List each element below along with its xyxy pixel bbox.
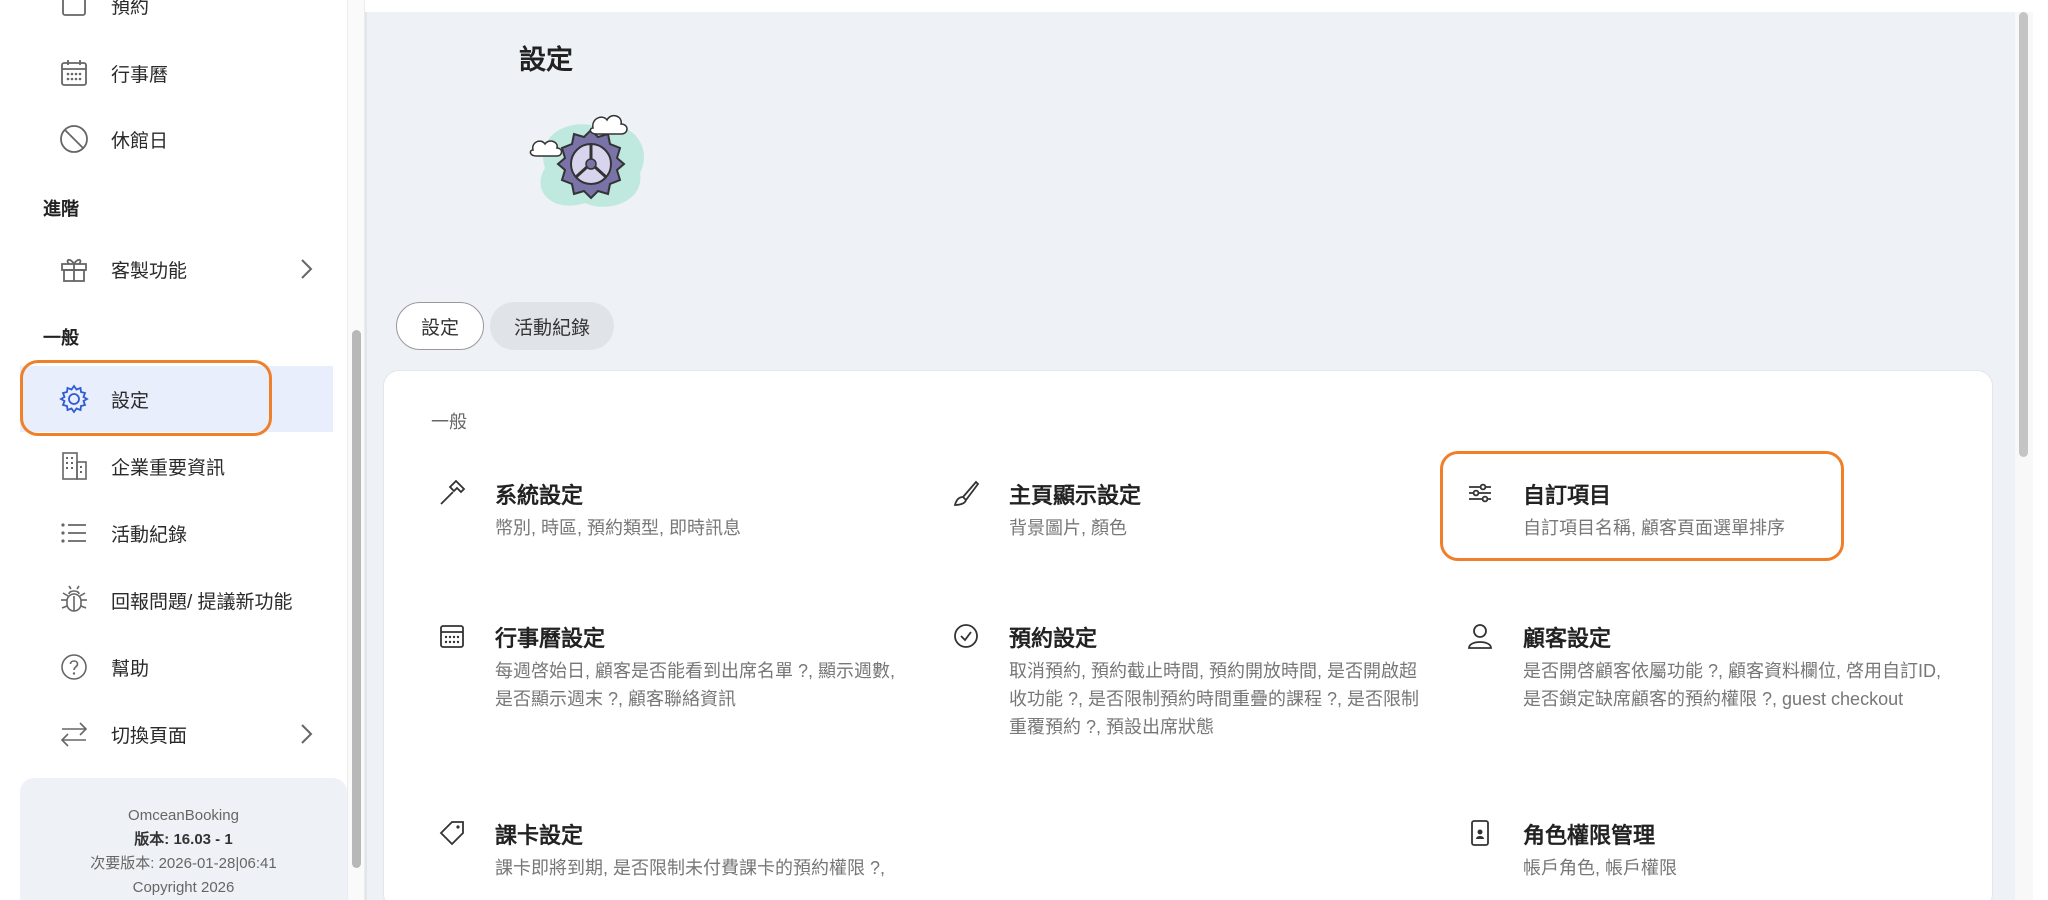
settings-item-title: 行事曆設定 [495, 626, 606, 651]
card-section-general: 一般 [431, 412, 467, 432]
user-icon [1465, 621, 1495, 651]
settings-item-title: 主頁顯示設定 [1009, 483, 1142, 508]
sidebar-item-custom-features[interactable]: 客製功能 [20, 236, 333, 302]
sidebar-item-label: 休館日 [111, 130, 169, 152]
sidebar-item-label: 行事曆 [111, 64, 169, 86]
tab-settings[interactable]: 設定 [396, 302, 485, 350]
version-footer: OmceanBooking 版本: 16.03 - 1 次要版本: 2026-0… [20, 778, 347, 900]
version: 版本: 16.03 - 1 [20, 828, 347, 852]
version-value: 16.03 - 1 [173, 831, 233, 848]
chevron-right-icon [295, 258, 317, 280]
gear-icon [57, 382, 91, 416]
next-version: 次要版本: 2026-01-28|06:41 [90, 855, 277, 872]
version-label: 版本: [134, 831, 170, 848]
sidebar-item-help[interactable]: 幫助 [20, 634, 333, 700]
sidebar-item-report-issue[interactable]: 回報問題/ 提議新功能 [20, 567, 333, 633]
tab-bar: 設定 活動紀錄 [396, 302, 615, 350]
sidebar-scrollbar-thumb[interactable] [352, 330, 361, 868]
chevron-right-icon [295, 723, 317, 745]
sidebar-item-activity-log[interactable]: 活動紀錄 [20, 500, 333, 566]
settings-card [383, 370, 1993, 900]
sliders-icon [1465, 478, 1495, 508]
settings-item-title: 系統設定 [495, 483, 584, 508]
sidebar-item-booking[interactable]: 預約 [20, 0, 333, 38]
sidebar-item-label: 切換頁面 [111, 725, 188, 747]
copyright: Copyright 2026 [132, 879, 235, 896]
building-icon [57, 449, 91, 483]
sidebar-item-label: 客製功能 [111, 260, 188, 282]
sidebar-item-calendar[interactable]: 行事曆 [20, 40, 333, 106]
swap-icon [57, 717, 91, 751]
settings-item-title: 預約設定 [1009, 626, 1098, 651]
brush-icon [951, 478, 981, 508]
gift-icon [57, 252, 91, 286]
settings-item-title: 課卡設定 [495, 823, 584, 848]
phone-user-icon [1465, 818, 1495, 848]
calendar-icon [57, 56, 91, 90]
sidebar-item-label: 幫助 [111, 658, 150, 680]
sidebar-item-label: 回報問題/ 提議新功能 [111, 591, 293, 613]
bug-icon [57, 583, 91, 617]
tag-icon [437, 818, 467, 848]
main-scrollbar-thumb[interactable] [2019, 12, 2028, 457]
list-icon [57, 516, 91, 550]
check-circle-icon [951, 621, 981, 651]
app-name: OmceanBooking [128, 807, 239, 824]
settings-item-desc: 課卡即將到期, 是否限制未付費課卡的預約權限 ?, [495, 858, 886, 878]
calendar-icon [437, 621, 467, 651]
tab-activity-log[interactable]: 活動紀錄 [490, 302, 615, 350]
sidebar-item-switch-page[interactable]: 切換頁面 [20, 701, 333, 767]
settings-item-title: 角色權限管理 [1523, 823, 1656, 848]
settings-item-desc: 自訂項目名稱, 顧客頁面選單排序 [1523, 518, 1786, 538]
settings-item-desc: 背景圖片, 顏色 [1009, 518, 1128, 538]
settings-item-desc: 帳戶角色, 帳戶權限 [1523, 858, 1678, 878]
sidebar-item-label: 活動紀錄 [111, 524, 188, 546]
prohibited-icon [57, 122, 91, 156]
sidebar-item-company-info[interactable]: 企業重要資訊 [20, 433, 333, 499]
settings-item-title: 顧客設定 [1523, 626, 1612, 651]
settings-item-desc: 幣別, 時區, 預約類型, 即時訊息 [495, 518, 742, 538]
settings-illustration [525, 108, 655, 218]
hammer-icon [437, 478, 467, 508]
settings-item-desc: 取消預約, 預約截止時間, 預約開放時間, 是否開啟超收功能 ?, 是否限制預約… [1009, 661, 1420, 737]
calendar-icon [57, 0, 91, 22]
settings-item-title: 自訂項目 [1523, 483, 1612, 508]
page-title: 設定 [519, 45, 573, 75]
sidebar-item-label: 設定 [111, 390, 150, 412]
sidebar-item-settings[interactable]: 設定 [20, 366, 333, 432]
section-heading-advanced: 進階 [43, 199, 79, 219]
sidebar-item-closed-days[interactable]: 休館日 [20, 106, 333, 172]
settings-item-desc: 是否開啓顧客依屬功能 ?, 顧客資料欄位, 啓用自訂ID, 是否鎖定缺席顧客的預… [1523, 661, 1942, 709]
help-icon [57, 650, 91, 684]
sidebar: 預約 行事曆 休館日 進階 客製功能 一般 設定 企業重要資訊 活動紀錄 回報問… [0, 0, 347, 900]
section-heading-general: 一般 [43, 328, 79, 348]
sidebar-item-label: 預約 [111, 0, 150, 18]
settings-item-desc: 每週啓始日, 顧客是否能看到出席名單 ?, 顯示週數, 是否顯示週末 ?, 顧客… [495, 661, 896, 709]
sidebar-item-label: 企業重要資訊 [111, 457, 226, 479]
